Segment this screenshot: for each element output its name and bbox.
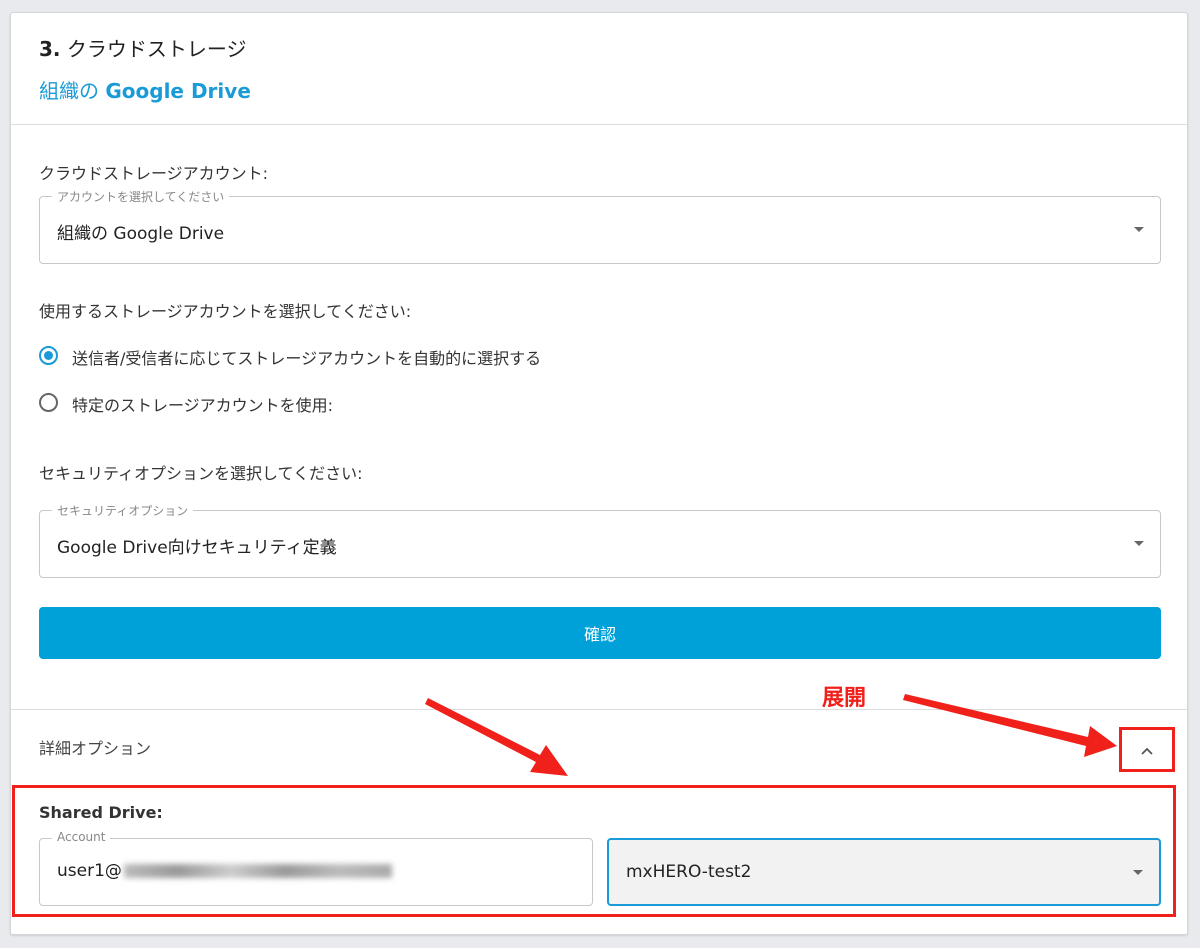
arrow-icon — [425, 694, 1117, 776]
annotation-arrows — [425, 694, 1117, 776]
